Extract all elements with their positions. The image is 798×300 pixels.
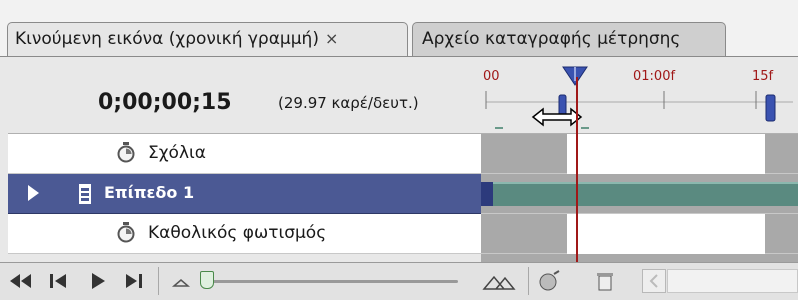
layer-name: Σχόλια <box>148 143 206 163</box>
film-icon <box>79 184 91 204</box>
zoom-slider[interactable] <box>200 271 458 289</box>
timeline-controls <box>0 262 798 300</box>
track-row-layer-1[interactable] <box>481 174 798 214</box>
stopwatch-icon[interactable] <box>116 222 136 244</box>
current-timecode[interactable]: 0;00;00;15 <box>98 90 232 115</box>
tab-label: Αρχείο καταγραφής μέτρησης <box>422 29 681 49</box>
layer-row-comments[interactable]: Σχόλια <box>8 134 481 174</box>
chevron-left-icon <box>649 274 658 288</box>
first-frame-button[interactable] <box>6 269 36 293</box>
layer-name: Επίπεδο 1 <box>104 183 195 202</box>
layers-column: 0;00;00;15 (29.97 καρέ/δευτ.) Σχόλια Επί… <box>8 57 481 262</box>
tab-measurement-log[interactable]: Αρχείο καταγραφής μέτρησης <box>412 22 726 56</box>
playhead-line[interactable] <box>576 77 578 262</box>
play-button[interactable] <box>82 269 112 293</box>
track-row-global-lighting[interactable] <box>481 214 798 254</box>
next-frame-button[interactable] <box>118 269 148 293</box>
frame-rate: (29.97 καρέ/δευτ.) <box>278 94 419 112</box>
tween-icon[interactable] <box>535 269 565 293</box>
animation-timeline-panel: Κινούμενη εικόνα (χρονική γραμμή) × Αρχεί… <box>0 0 798 300</box>
tab-label: Κινούμενη εικόνα (χρονική γραμμή) <box>15 29 319 49</box>
work-area <box>567 214 765 254</box>
close-icon[interactable]: × <box>325 29 338 48</box>
scroll-left-button[interactable] <box>642 269 666 293</box>
layer-row-global-lighting[interactable]: Καθολικός φωτισμός <box>8 214 481 254</box>
time-ruler[interactable]: 00 01:00f 15f <box>481 57 798 134</box>
tab-animation-timeline[interactable]: Κινούμενη εικόνα (χρονική γραμμή) × <box>7 22 408 56</box>
zoom-slider-thumb[interactable] <box>200 271 214 289</box>
layer-duration-bar[interactable] <box>493 182 798 206</box>
expand-triangle-icon[interactable] <box>28 185 39 201</box>
separator <box>158 267 159 295</box>
track-row-comments[interactable] <box>481 134 798 174</box>
zoom-in-icon[interactable] <box>480 269 520 293</box>
layer-row-layer-1[interactable]: Επίπεδο 1 <box>8 174 481 214</box>
layer-bar-start <box>481 182 493 206</box>
ruler-label-end: 15f <box>752 69 774 84</box>
horizontal-scrollbar[interactable] <box>667 269 798 293</box>
work-area <box>567 134 765 174</box>
timecode-area: 0;00;00;15 (29.97 καρέ/δευτ.) <box>8 57 481 134</box>
timeline-content: 0;00;00;15 (29.97 καρέ/δευτ.) Σχόλια Επί… <box>0 56 798 300</box>
layer-name: Καθολικός φωτισμός <box>148 223 327 243</box>
delete-frame-icon[interactable] <box>590 269 620 293</box>
separator <box>528 267 529 295</box>
tab-strip: Κινούμενη εικόνα (χρονική γραμμή) × Αρχεί… <box>0 0 798 56</box>
ruler-label-mid: 01:00f <box>633 69 676 84</box>
stopwatch-icon[interactable] <box>116 142 136 164</box>
timeline-track-area[interactable]: 00 01:00f 15f <box>481 57 798 262</box>
previous-frame-button[interactable] <box>44 269 74 293</box>
ruler-label-start: 00 <box>483 69 500 84</box>
zoom-out-icon[interactable] <box>166 269 196 293</box>
